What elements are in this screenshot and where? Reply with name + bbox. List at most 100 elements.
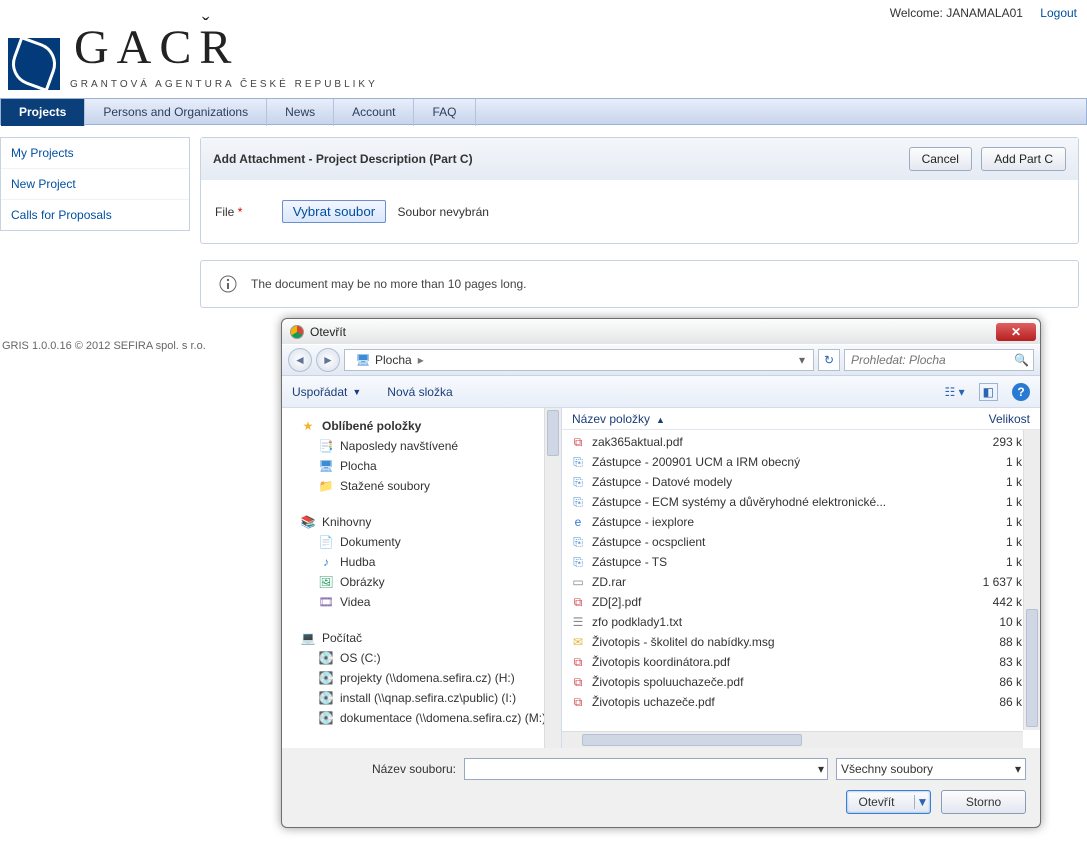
choose-file-button[interactable]: Vybrat soubor: [282, 200, 386, 223]
cancel-button[interactable]: Cancel: [909, 147, 972, 171]
tab-faq[interactable]: FAQ: [414, 99, 475, 126]
attachment-panel: Add Attachment - Project Description (Pa…: [200, 137, 1079, 244]
tree-drive-i[interactable]: 💽install (\\qnap.sefira.cz\public) (I:): [282, 688, 561, 708]
required-mark: *: [238, 205, 243, 219]
path-segment[interactable]: Plocha: [375, 353, 412, 367]
filename-label: Název souboru:: [296, 762, 456, 776]
logout-link[interactable]: Logout: [1040, 6, 1077, 20]
file-name: ZD.rar: [592, 575, 626, 589]
file-name: Zástupce - ocspclient: [592, 535, 705, 549]
filetype-select[interactable]: Všechny soubory▾: [836, 758, 1026, 780]
file-row[interactable]: ⧉zak365aktual.pdf293 kB: [562, 432, 1040, 452]
sidebar-new-project[interactable]: New Project: [1, 169, 189, 200]
tree-drive-h[interactable]: 💽projekty (\\domena.sefira.cz) (H:): [282, 668, 561, 688]
tree-music[interactable]: ♪Hudba: [282, 552, 561, 572]
pictures-icon: 🖼: [318, 574, 334, 590]
tree-videos[interactable]: 🎞Videa: [282, 592, 561, 612]
file-name: Zástupce - Datové modely: [592, 475, 732, 489]
tree-recent[interactable]: 📑Naposledy navštívené: [282, 436, 561, 456]
file-row[interactable]: ⧉Životopis uchazeče.pdf86 kB: [562, 692, 1040, 712]
file-icon: ⧉: [570, 674, 586, 690]
file-size: 1 kB: [960, 475, 1030, 489]
chevron-right-icon: ▸: [418, 353, 427, 367]
file-row[interactable]: ⧉Životopis spoluuchazeče.pdf86 kB: [562, 672, 1040, 692]
file-size: 10 kB: [960, 615, 1030, 629]
nav-forward-button[interactable]: ►: [316, 348, 340, 372]
nav-tree: ★Oblíbené položky 📑Naposledy navštívené …: [282, 408, 562, 748]
file-icon: ⎘: [570, 554, 586, 570]
file-name: Zástupce - 200901 UCM a IRM obecný: [592, 455, 800, 469]
filename-field[interactable]: ▾: [464, 758, 828, 780]
open-button[interactable]: Otevřít ▼: [846, 790, 931, 814]
file-row[interactable]: ✉Životopis - školitel do nabídky.msg88 k…: [562, 632, 1040, 652]
network-drive-icon: 💽: [318, 710, 334, 726]
window-close-button[interactable]: ✕: [996, 323, 1036, 341]
files-hscrollbar[interactable]: [562, 731, 1023, 748]
file-row[interactable]: ☰zfo podklady1.txt10 kB: [562, 612, 1040, 632]
chevron-down-icon: ▾: [1015, 762, 1021, 776]
tree-scrollbar[interactable]: [544, 408, 561, 748]
file-row[interactable]: ⧉Životopis koordinátora.pdf83 kB: [562, 652, 1040, 672]
file-row[interactable]: ⎘Zástupce - ECM systémy a důvěryhodné el…: [562, 492, 1040, 512]
tab-persons[interactable]: Persons and Organizations: [85, 99, 267, 126]
file-row[interactable]: ⧉ZD[2].pdf442 kB: [562, 592, 1040, 612]
filename-input[interactable]: [465, 759, 805, 779]
search-box[interactable]: 🔍: [844, 349, 1034, 371]
topbar: Welcome: JANAMALA01 Logout: [0, 0, 1087, 22]
file-icon: e: [570, 514, 586, 530]
breadcrumb-path[interactable]: 🖥Plocha ▸ ▾: [344, 349, 814, 371]
file-size: 1 kB: [960, 535, 1030, 549]
file-row[interactable]: ⎘ Zástupce - ocspclient 1 kB: [562, 532, 1040, 552]
column-size[interactable]: Velikost: [989, 412, 1030, 426]
filename-dropdown-button[interactable]: ▾: [818, 762, 824, 776]
search-input[interactable]: [845, 350, 1010, 370]
dialog-toolbar: Uspořádat▼ Nová složka ☷ ▾ ◧ ?: [282, 376, 1040, 408]
help-button[interactable]: ?: [1012, 383, 1030, 401]
file-row[interactable]: ▭ZD.rar1 637 kB: [562, 572, 1040, 592]
sort-asc-icon: ▲: [650, 415, 665, 425]
file-icon: ⧉: [570, 434, 586, 450]
file-size: 442 kB: [960, 595, 1030, 609]
add-part-c-button[interactable]: Add Part C: [981, 147, 1066, 171]
organize-button[interactable]: Uspořádat▼: [292, 385, 361, 399]
tree-drive-m[interactable]: 💽dokumentace (\\domena.sefira.cz) (M:): [282, 708, 561, 728]
file-row[interactable]: eZástupce - iexplore1 kB: [562, 512, 1040, 532]
file-row[interactable]: ⎘Zástupce - 200901 UCM a IRM obecný1 kB: [562, 452, 1040, 472]
file-icon: ⎘: [570, 454, 586, 470]
nav-back-button[interactable]: ◄: [288, 348, 312, 372]
file-row[interactable]: ⎘Zástupce - TS1 kB: [562, 552, 1040, 572]
tree-downloads[interactable]: 📁Stažené soubory: [282, 476, 561, 496]
refresh-button[interactable]: ↻: [818, 349, 840, 371]
files-vscrollbar[interactable]: [1023, 430, 1040, 730]
cancel-dialog-button[interactable]: Storno: [941, 790, 1026, 814]
column-name[interactable]: Název položky▲: [572, 412, 989, 426]
dialog-title: Otevřít: [310, 325, 996, 339]
tree-favorites[interactable]: ★Oblíbené položky: [282, 412, 561, 436]
tree-documents[interactable]: 📄Dokumenty: [282, 532, 561, 552]
tab-account[interactable]: Account: [334, 99, 414, 126]
tree-desktop[interactable]: 🖥Plocha: [282, 456, 561, 476]
file-icon: ▭: [570, 574, 586, 590]
open-split-button[interactable]: ▼: [914, 795, 930, 809]
tree-pictures[interactable]: 🖼Obrázky: [282, 572, 561, 592]
path-dropdown-button[interactable]: ▾: [795, 353, 809, 367]
tab-news[interactable]: News: [267, 99, 334, 126]
file-open-dialog: Otevřít ✕ ◄ ► 🖥Plocha ▸ ▾ ↻ 🔍 Uspořádat▼…: [281, 318, 1041, 828]
view-mode-button[interactable]: ☷ ▾: [945, 385, 965, 399]
file-row[interactable]: ⎘ Zástupce - Datové modely 1 kB: [562, 472, 1040, 492]
sidebar-calls[interactable]: Calls for Proposals: [1, 200, 189, 230]
sidebar-my-projects[interactable]: My Projects: [1, 138, 189, 169]
logo-block: GACRˇ GRANTOVÁ AGENTURA ČESKÉ REPUBLIKY: [0, 20, 1087, 98]
file-icon: ⎘: [570, 534, 586, 550]
new-folder-button[interactable]: Nová složka: [387, 385, 452, 399]
tree-drive-c[interactable]: 💽OS (C:): [282, 648, 561, 668]
file-icon: ⎘: [570, 474, 586, 490]
tab-projects[interactable]: Projects: [1, 99, 85, 126]
file-icon: ⧉: [570, 654, 586, 670]
tree-libraries[interactable]: 📚Knihovny: [282, 508, 561, 532]
file-icon: ⧉: [570, 594, 586, 610]
dialog-titlebar[interactable]: Otevřít ✕: [282, 319, 1040, 344]
file-size: 1 kB: [960, 515, 1030, 529]
tree-computer[interactable]: 💻Počítač: [282, 624, 561, 648]
preview-pane-button[interactable]: ◧: [979, 383, 998, 401]
